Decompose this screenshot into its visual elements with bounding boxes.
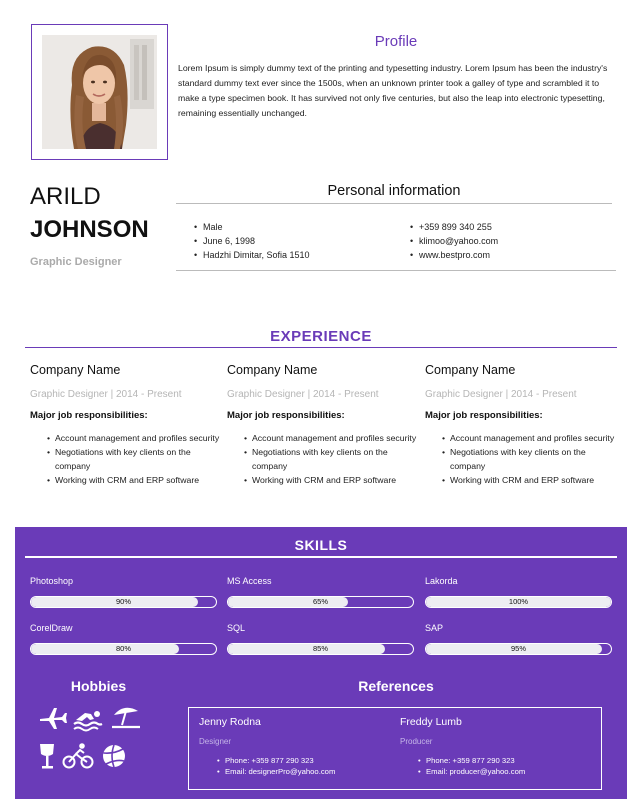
volleyball-icon xyxy=(98,742,130,770)
skill-name: CorelDraw xyxy=(30,623,73,633)
list-item: Working with CRM and ERP software xyxy=(47,473,220,487)
list-item: Account management and profiles security xyxy=(47,431,220,445)
reference-name: Freddy Lumb xyxy=(400,716,462,728)
skill-entry: SQL 85% xyxy=(227,623,414,655)
swimmer-icon xyxy=(72,704,104,732)
skill-entry: MS Access 65% xyxy=(227,576,414,608)
phone: +359 899 340 255 xyxy=(410,220,498,234)
skill-percent: 95% xyxy=(510,644,526,653)
responsibilities-list: Account management and profiles security… xyxy=(30,431,220,487)
skill-name: MS Access xyxy=(227,576,272,586)
reference-phone: Phone: +359 877 290 323 xyxy=(217,755,389,766)
list-item: Working with CRM and ERP software xyxy=(244,473,417,487)
list-item: Negotiations with key clients on the com… xyxy=(244,445,417,473)
reference-contacts: Phone: +359 877 290 323 Email: designerP… xyxy=(199,755,389,777)
skill-bar: 100% xyxy=(425,596,612,608)
personal-info-heading: Personal information xyxy=(327,183,461,199)
reference-email[interactable]: Email: producer@yahoo.com xyxy=(418,766,590,777)
job-entry: Company Name Graphic Designer | 2014 - P… xyxy=(425,363,615,487)
profile-summary: Lorem Ipsum is simply dummy text of the … xyxy=(178,63,608,118)
company-name: Company Name xyxy=(227,363,318,377)
company-name: Company Name xyxy=(30,363,121,377)
personal-info-list: Male June 6, 1998 Hadzhi Dimitar, Sofia … xyxy=(194,220,310,262)
reference-contacts: Phone: +359 877 290 323 Email: producer@… xyxy=(400,755,590,777)
skill-percent: 100% xyxy=(508,597,529,606)
job-title: Graphic Designer xyxy=(30,256,122,268)
responsibilities-label: Major job responsibilities: xyxy=(425,410,543,421)
skill-entry: Lakorda 100% xyxy=(425,576,612,608)
reference-role: Producer xyxy=(400,737,433,746)
cycling-icon xyxy=(62,742,94,770)
divider xyxy=(176,203,612,204)
hobbies-heading: Hobbies xyxy=(70,678,127,694)
skill-percent: 65% xyxy=(312,597,328,606)
last-name: JOHNSON xyxy=(30,216,149,243)
skill-name: Lakorda xyxy=(425,576,458,586)
list-item: Account management and profiles security xyxy=(244,431,417,445)
experience-heading: EXPERIENCE xyxy=(270,328,372,345)
reference-role: Designer xyxy=(199,737,232,746)
gender: Male xyxy=(194,220,310,234)
job-role: Graphic Designer | 2014 - Present xyxy=(425,389,577,400)
airplane-icon xyxy=(38,704,70,732)
job-entry: Company Name Graphic Designer | 2014 - P… xyxy=(30,363,220,487)
skill-name: Photoshop xyxy=(30,576,74,586)
portrait-image xyxy=(42,35,157,149)
list-item: Working with CRM and ERP software xyxy=(442,473,615,487)
divider xyxy=(25,556,617,558)
beach-umbrella-icon xyxy=(110,703,142,731)
birth-date: June 6, 1998 xyxy=(194,234,310,248)
responsibilities-list: Account management and profiles security… xyxy=(425,431,615,487)
email-link[interactable]: klimoo@yahoo.com xyxy=(410,234,498,248)
skill-bar: 65% xyxy=(227,596,414,608)
skill-entry: CorelDraw 80% xyxy=(30,623,217,655)
website-link[interactable]: www.bestpro.com xyxy=(410,248,498,262)
profile-heading: Profile xyxy=(374,33,418,50)
job-role: Graphic Designer | 2014 - Present xyxy=(227,389,379,400)
skills-heading: SKILLS xyxy=(294,537,348,553)
skill-percent: 90% xyxy=(115,597,131,606)
skill-name: SAP xyxy=(425,623,444,633)
responsibilities-label: Major job responsibilities: xyxy=(30,410,148,421)
wine-glass-icon xyxy=(32,742,64,770)
profile-photo-frame xyxy=(31,24,168,160)
skill-name: SQL xyxy=(227,623,246,633)
references-heading: References xyxy=(358,678,434,694)
skill-bar: 85% xyxy=(227,643,414,655)
contact-list: +359 899 340 255 klimoo@yahoo.com www.be… xyxy=(410,220,498,262)
divider xyxy=(176,270,616,271)
reference-phone: Phone: +359 877 290 323 xyxy=(418,755,590,766)
company-name: Company Name xyxy=(425,363,516,377)
skill-entry: Photoshop 90% xyxy=(30,576,217,608)
list-item: Negotiations with key clients on the com… xyxy=(442,445,615,473)
responsibilities-list: Account management and profiles security… xyxy=(227,431,417,487)
skill-bar: 80% xyxy=(30,643,217,655)
responsibilities-label: Major job responsibilities: xyxy=(227,410,345,421)
reference-entry: Jenny Rodna Designer Phone: +359 877 290… xyxy=(199,716,389,777)
list-item: Account management and profiles security xyxy=(442,431,615,445)
profile-photo xyxy=(42,35,157,149)
skill-bar: 95% xyxy=(425,643,612,655)
skill-bar: 90% xyxy=(30,596,217,608)
reference-name: Jenny Rodna xyxy=(199,716,261,728)
first-name: ARILD xyxy=(30,183,101,210)
reference-entry: Freddy Lumb Producer Phone: +359 877 290… xyxy=(400,716,590,777)
reference-email[interactable]: Email: designerPro@yahoo.com xyxy=(217,766,389,777)
skill-entry: SAP 95% xyxy=(425,623,612,655)
skill-percent: 85% xyxy=(312,644,328,653)
address: Hadzhi Dimitar, Sofia 1510 xyxy=(194,248,310,262)
divider xyxy=(25,347,617,348)
job-entry: Company Name Graphic Designer | 2014 - P… xyxy=(227,363,417,487)
list-item: Negotiations with key clients on the com… xyxy=(47,445,220,473)
skill-percent: 80% xyxy=(115,644,131,653)
job-role: Graphic Designer | 2014 - Present xyxy=(30,389,182,400)
